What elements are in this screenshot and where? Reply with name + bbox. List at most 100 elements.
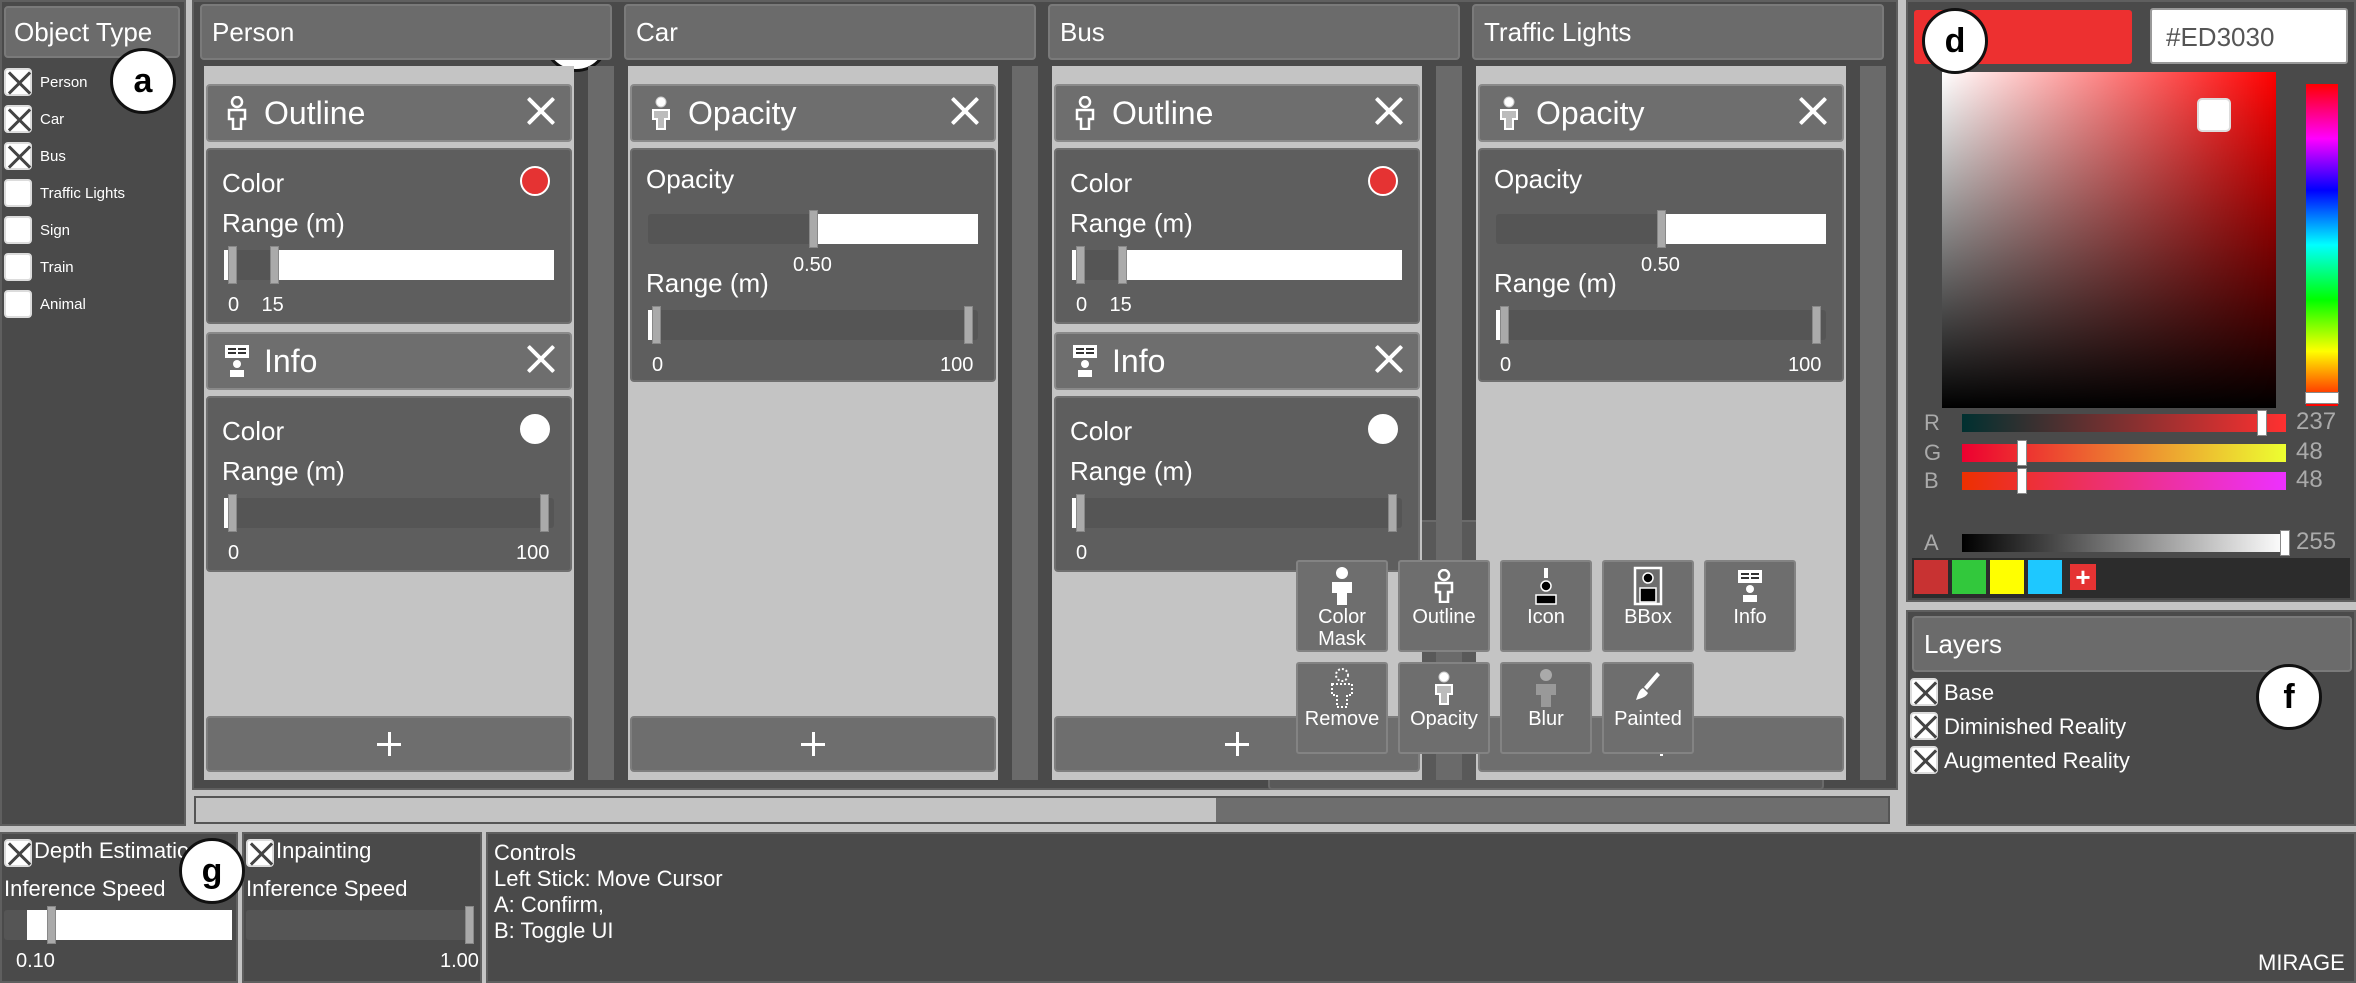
object-type-checkbox-animal[interactable]	[4, 290, 32, 318]
channel-slider-knob[interactable]	[2016, 440, 2027, 466]
effect-card-car-opacity[interactable]: Opacity	[630, 84, 996, 142]
opacity-slider-knob[interactable]	[1657, 210, 1666, 248]
range-slider-min-knob[interactable]	[228, 494, 237, 532]
effect-card-person-outline[interactable]: Outline	[206, 84, 572, 142]
controls-line-2: A: Confirm,	[494, 892, 605, 917]
channel-slider-knob[interactable]	[2256, 410, 2267, 436]
tool-color-mask[interactable]: Color Mask	[1296, 560, 1388, 652]
opacity-slider-car-opacity[interactable]	[648, 210, 978, 248]
tool-outline[interactable]: Outline	[1398, 560, 1490, 652]
add-effect-button-person[interactable]	[206, 716, 572, 772]
hue-slider[interactable]	[2305, 84, 2339, 406]
effect-card-bus-info[interactable]: Info	[1054, 332, 1420, 390]
range-slider-min-knob[interactable]	[228, 246, 237, 284]
opacity-value: 0.50	[1641, 254, 1680, 276]
tool-label: BBox	[1624, 606, 1672, 628]
add-swatch-button[interactable]: +	[2068, 562, 2098, 592]
range-slider-max-knob[interactable]	[1117, 246, 1127, 284]
range-slider-min-knob[interactable]	[1500, 306, 1509, 344]
column-scrollbar-car[interactable]	[1012, 66, 1038, 780]
effect-card-title: Outline	[264, 94, 366, 131]
color-swatch-3[interactable]	[1988, 558, 2026, 596]
column-scrollbar-person[interactable]	[588, 66, 614, 780]
speed-slider-knob[interactable]	[465, 906, 474, 944]
add-effect-button-car[interactable]	[630, 716, 996, 772]
object-type-checkbox-person[interactable]	[4, 68, 32, 96]
effect-card-person-info[interactable]: Info	[206, 332, 572, 390]
range-slider-max-knob[interactable]	[540, 494, 549, 532]
opacity-label: Opacity	[1494, 164, 1583, 194]
range-slider-traffic-lights-opacity[interactable]	[1496, 306, 1826, 344]
close-icon[interactable]	[1798, 96, 1828, 126]
channel-label-r: R	[1924, 410, 1940, 435]
tool-opacity[interactable]: Opacity	[1398, 662, 1490, 754]
close-icon[interactable]	[950, 96, 980, 126]
color-swatch-bus-outline[interactable]	[1368, 166, 1398, 196]
opacity-slider-fill	[1661, 214, 1826, 244]
range-slider-bus-outline[interactable]	[1072, 246, 1402, 284]
range-slider-person-outline[interactable]	[224, 246, 554, 284]
controls-line-1: Left Stick: Move Cursor	[494, 866, 723, 891]
tool-bbox[interactable]: BBox	[1602, 560, 1694, 652]
color-swatch-1[interactable]	[1912, 558, 1950, 596]
horizontal-scrollbar[interactable]	[194, 796, 1890, 824]
tool-icon[interactable]: Icon	[1500, 560, 1592, 652]
color-swatch-4[interactable]	[2026, 558, 2064, 596]
color-swatch-bus-info[interactable]	[1368, 414, 1398, 444]
saturation-value-handle[interactable]	[2197, 98, 2231, 132]
close-icon[interactable]	[526, 96, 556, 126]
range-slider-min-knob[interactable]	[652, 306, 661, 344]
object-type-checkbox-car[interactable]	[4, 105, 32, 133]
channel-slider-knob[interactable]	[2016, 468, 2027, 494]
effect-card-traffic-lights-opacity[interactable]: Opacity	[1478, 84, 1844, 142]
effect-card-bus-outline[interactable]: Outline	[1054, 84, 1420, 142]
tool-info[interactable]: Info	[1704, 560, 1796, 652]
range-slider-max-knob[interactable]	[269, 246, 279, 284]
opacity-slider-knob[interactable]	[809, 210, 818, 248]
object-type-checkbox-sign[interactable]	[4, 216, 32, 244]
hex-input[interactable]: #ED3030	[2150, 8, 2348, 64]
close-icon[interactable]	[1374, 96, 1404, 126]
color-swatch-person-outline[interactable]	[520, 166, 550, 196]
tool-blur[interactable]: Blur	[1500, 662, 1592, 754]
range-slider-bus-info[interactable]	[1072, 494, 1402, 532]
object-type-checkbox-train[interactable]	[4, 253, 32, 281]
range-slider-max-knob[interactable]	[964, 306, 973, 344]
channel-slider-a[interactable]	[1962, 530, 2290, 556]
horizontal-scroll-thumb[interactable]	[196, 798, 1216, 822]
layer-checkbox-base[interactable]	[1910, 678, 1938, 706]
object-type-checkbox-bus[interactable]	[4, 142, 32, 170]
speed-slider-knob[interactable]	[46, 906, 56, 944]
column-scrollbar-traffic-lights[interactable]	[1860, 66, 1886, 780]
brush-icon	[1633, 668, 1663, 708]
close-icon[interactable]	[1374, 344, 1404, 374]
depth-estimation-checkbox[interactable]	[4, 839, 32, 867]
tool-painted[interactable]: Painted	[1602, 662, 1694, 754]
hue-slider-handle[interactable]	[2305, 392, 2339, 404]
channel-slider-knob[interactable]	[2280, 530, 2290, 556]
color-swatch-2[interactable]	[1950, 558, 1988, 596]
opacity-label: Opacity	[646, 164, 735, 194]
range-slider-car-opacity[interactable]	[648, 306, 978, 344]
channel-slider-r[interactable]	[1962, 410, 2286, 436]
depth-inference-speed-slider[interactable]	[4, 906, 232, 944]
saturation-value-area[interactable]	[1942, 72, 2276, 408]
close-icon[interactable]	[526, 344, 556, 374]
opacity-slider-traffic-lights-opacity[interactable]	[1496, 210, 1826, 248]
channel-slider-g[interactable]	[1962, 440, 2286, 466]
tool-remove[interactable]: Remove	[1296, 662, 1388, 754]
channel-value-g: 48	[2296, 438, 2323, 465]
range-slider-min-knob[interactable]	[1076, 494, 1085, 532]
range-slider-min-knob[interactable]	[1076, 246, 1085, 284]
object-type-label: Person	[40, 74, 88, 91]
range-slider-max-knob[interactable]	[1388, 494, 1397, 532]
inpainting-inference-speed-slider[interactable]	[246, 906, 474, 944]
layer-checkbox-diminished-reality[interactable]	[1910, 712, 1938, 740]
layer-checkbox-augmented-reality[interactable]	[1910, 746, 1938, 774]
object-type-checkbox-traffic-lights[interactable]	[4, 179, 32, 207]
inpainting-checkbox[interactable]	[246, 839, 274, 867]
range-slider-person-info[interactable]	[224, 494, 554, 532]
range-slider-max-knob[interactable]	[1812, 306, 1821, 344]
color-swatch-person-info[interactable]	[520, 414, 550, 444]
channel-slider-b[interactable]	[1962, 468, 2286, 494]
